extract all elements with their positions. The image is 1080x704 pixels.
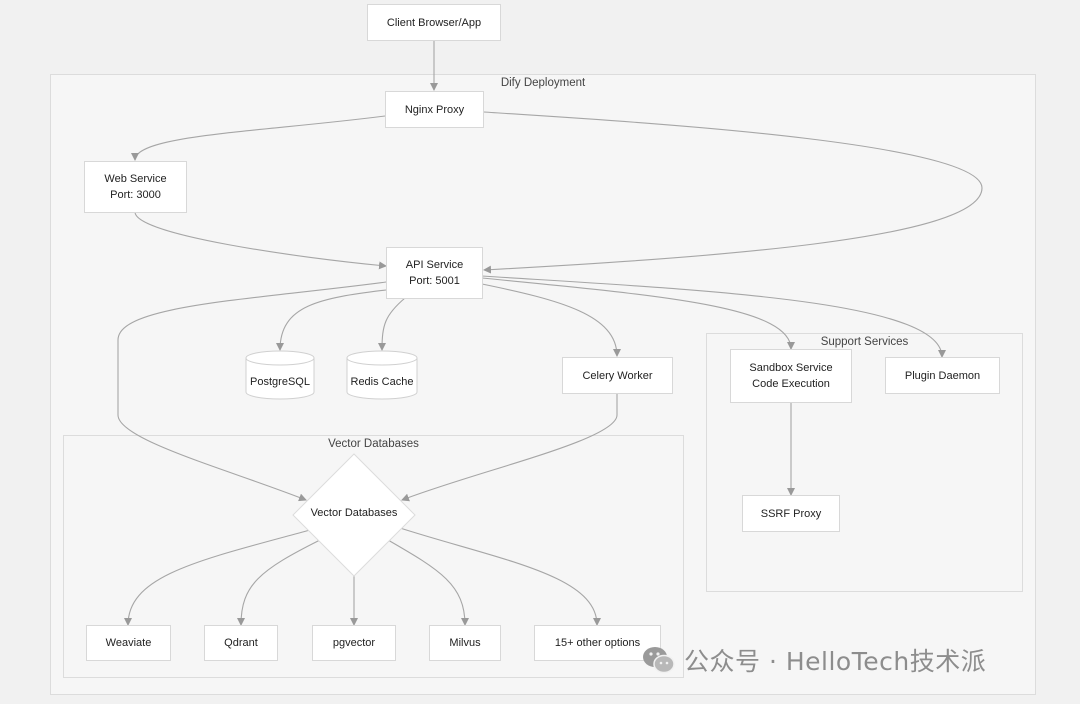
edge-celery-vector <box>401 394 618 502</box>
plugin-daemon-node: Plugin Daemon <box>885 357 1000 394</box>
edge-api-celery <box>481 283 621 357</box>
cylinder-shape <box>245 350 315 400</box>
weaviate-node: Weaviate <box>86 625 171 661</box>
edge-vector-other <box>399 527 601 626</box>
redis-cylinder: Redis Cache <box>346 350 418 400</box>
qdrant-node: Qdrant <box>204 625 278 661</box>
web-service-node: Web Service Port: 3000 <box>84 161 187 213</box>
sandbox-service-node: Sandbox Service Code Execution <box>730 349 852 403</box>
watermark-text: 公众号 · HelloTech技术派 <box>684 647 987 676</box>
vector-databases-diamond-label: Vector Databases <box>310 507 398 519</box>
edge-api-sandbox <box>481 277 795 350</box>
celery-worker-node: Celery Worker <box>562 357 673 394</box>
postgresql-cylinder: PostgreSQL <box>245 350 315 400</box>
cylinder-shape <box>346 350 418 400</box>
edge-web-api <box>134 211 387 270</box>
wechat-icon <box>643 647 675 674</box>
edge-api-postgres <box>276 289 387 351</box>
milvus-node: Milvus <box>429 625 501 661</box>
postgresql-label: PostgreSQL <box>250 376 310 388</box>
nginx-proxy-node: Nginx Proxy <box>385 91 484 128</box>
watermark: 公众号 · HelloTech技术派 <box>642 642 986 678</box>
edge-layer <box>117 40 983 626</box>
redis-label: Redis Cache <box>350 376 414 388</box>
edge-api-redis <box>378 297 406 351</box>
edge-nginx-api <box>483 111 983 274</box>
api-service-node: API Service Port: 5001 <box>386 247 483 299</box>
edge-nginx-web <box>131 115 386 161</box>
ssrf-proxy-node: SSRF Proxy <box>742 495 840 532</box>
client-browser-node: Client Browser/App <box>367 4 501 41</box>
pgvector-node: pgvector <box>312 625 396 661</box>
edge-vector-weaviate <box>124 529 311 626</box>
edge-api-plugin <box>481 275 946 358</box>
